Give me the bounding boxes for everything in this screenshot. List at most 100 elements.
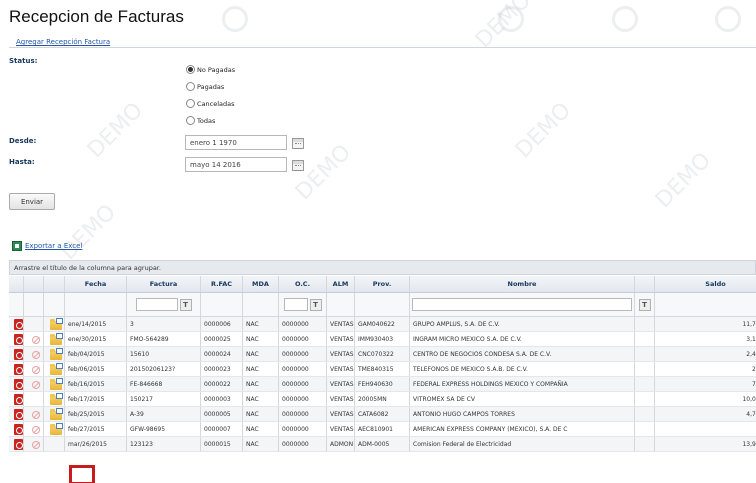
radio-button[interactable] — [186, 82, 195, 91]
cell-rfac: 0000023 — [201, 362, 243, 376]
folder-cell — [44, 407, 65, 421]
watermark-text: DEMO — [290, 139, 357, 206]
table-row[interactable]: feb/17/2015 150217 0000003 NAC 0000000 VENTAS… — [9, 392, 756, 407]
pdf-icon[interactable] — [14, 409, 23, 420]
cell-fecha: mar/26/2015 — [65, 437, 127, 451]
status-option-no-pagadas[interactable]: No Pagadas — [186, 65, 235, 74]
radio-button[interactable] — [186, 116, 195, 125]
pdf-icon[interactable] — [14, 379, 23, 390]
column-header-nombre[interactable]: Nombre — [410, 276, 635, 292]
pdf-icon[interactable] — [14, 319, 23, 330]
cell-prov: GAM040622 — [355, 317, 410, 331]
filter-icon[interactable]: T — [309, 298, 322, 311]
pdf-icon[interactable] — [14, 394, 23, 405]
export-excel-link[interactable]: Exportar a Excel — [25, 242, 82, 250]
excel-icon[interactable] — [12, 241, 22, 251]
cancel-icon[interactable] — [32, 351, 40, 359]
cell-nombre: ANTONIO HUGO CAMPOS TORRES — [410, 407, 635, 421]
cell-mda: NAC — [243, 347, 279, 361]
radio-label: No Pagadas — [197, 65, 236, 74]
cancel-icon[interactable] — [32, 411, 40, 419]
hasta-label: Hasta: — [9, 158, 35, 166]
column-header-fecha[interactable]: Fecha — [65, 276, 127, 292]
add-invoice-link[interactable]: Agregar Recepción Factura — [16, 38, 110, 46]
cell-mda: NAC — [243, 377, 279, 391]
column-header[interactable] — [24, 276, 44, 292]
radio-label: Canceladas — [197, 99, 235, 108]
folder-icon[interactable] — [50, 423, 63, 435]
cell-alm: VENTAS — [327, 422, 355, 436]
oc-filter-input[interactable] — [283, 298, 308, 311]
radio-button[interactable] — [186, 65, 195, 74]
table-row[interactable]: ene/14/2015 3 0000006 NAC 0000000 VENTAS GAM04… — [9, 317, 756, 332]
cell-spacer — [635, 362, 655, 376]
calendar-icon[interactable] — [292, 160, 304, 171]
status-option-canceladas[interactable]: Canceladas — [186, 99, 235, 108]
column-header-oc[interactable]: O.C. — [279, 276, 327, 292]
factura-filter-input[interactable] — [135, 298, 178, 311]
watermark-circle — [222, 6, 248, 32]
export-excel[interactable]: Exportar a Excel — [12, 241, 82, 251]
folder-icon[interactable] — [50, 393, 63, 405]
column-header-saldo[interactable]: Saldo — [655, 276, 756, 292]
table-row[interactable]: feb/16/2015 FE-846668 0000022 NAC 0000000 VEN… — [9, 377, 756, 392]
cancel-icon[interactable] — [32, 366, 40, 374]
folder-icon[interactable] — [50, 408, 63, 420]
page-title: Recepcion de Facturas — [9, 7, 184, 26]
cell-prov: IMM930403 — [355, 332, 410, 346]
status-option-pagadas[interactable]: Pagadas — [186, 82, 224, 91]
group-by-bar[interactable]: Arrastre el título de la columna para ag… — [9, 260, 756, 275]
cell-fecha: feb/16/2015 — [65, 377, 127, 391]
pdf-icon[interactable] — [14, 334, 23, 345]
filter-cell-oc: T — [279, 293, 327, 316]
cell-spacer — [635, 392, 655, 406]
pdf-icon[interactable] — [14, 424, 23, 435]
cancel-icon[interactable] — [32, 426, 40, 434]
nombre-filter-input[interactable] — [412, 298, 632, 311]
folder-icon[interactable] — [50, 378, 63, 390]
table-row[interactable]: feb/04/2015 15610 0000024 NAC 0000000 VENTAS C… — [9, 347, 756, 362]
column-header[interactable] — [44, 276, 65, 292]
pdf-icon[interactable] — [14, 439, 23, 450]
cell-prov: CATA6082 — [355, 407, 410, 421]
column-header[interactable] — [9, 276, 24, 292]
folder-icon[interactable] — [50, 348, 63, 360]
folder-icon[interactable] — [50, 333, 63, 345]
pdf-icon[interactable] — [14, 364, 23, 375]
filter-icon[interactable]: T — [179, 298, 192, 311]
cell-oc: 0000000 — [279, 317, 327, 331]
cancel-icon[interactable] — [32, 441, 40, 449]
cell-prov: CNC070322 — [355, 347, 410, 361]
filter-icon[interactable]: T — [638, 298, 651, 311]
cell-mda: NAC — [243, 422, 279, 436]
cell-prov: ADM-0005 — [355, 437, 410, 451]
calendar-icon[interactable] — [292, 138, 304, 149]
table-row[interactable]: feb/06/2015 20150206123? 0000023 NAC 0000000… — [9, 362, 756, 377]
column-header-factura[interactable]: Factura — [127, 276, 201, 292]
submit-button[interactable]: Enviar — [9, 193, 55, 210]
column-header-prov[interactable]: Prov. — [355, 276, 410, 292]
folder-cell — [44, 362, 65, 376]
status-label: Status: — [9, 57, 38, 65]
table-row[interactable]: feb/25/2015 A-39 0000005 NAC 0000000 VENTAS CA… — [9, 407, 756, 422]
cell-saldo: 98.01 — [655, 422, 756, 436]
cell-saldo: 10,092.00 — [742, 396, 756, 403]
cancel-icon[interactable] — [32, 336, 40, 344]
column-header-rfac[interactable]: R.FAC — [201, 276, 243, 292]
filter-cell — [44, 293, 65, 316]
table-row[interactable]: mar/26/2015 123123 0000015 NAC 0000000 ADMON A… — [9, 437, 756, 452]
cell-saldo: 2,401.06 — [746, 351, 756, 358]
desde-date-input[interactable]: enero 1 1970 — [185, 135, 287, 150]
column-header[interactable] — [635, 276, 655, 292]
table-row[interactable]: feb/27/2015 GFW-98695 0000007 NAC 0000000 VEN… — [9, 422, 756, 437]
pdf-icon[interactable] — [14, 349, 23, 360]
folder-icon[interactable] — [50, 363, 63, 375]
table-row[interactable]: ene/30/2015 FMO-564289 0000025 NAC 0000000 VE… — [9, 332, 756, 347]
cancel-icon[interactable] — [32, 381, 40, 389]
column-header-alm[interactable]: ALM — [327, 276, 355, 292]
column-header-mda[interactable]: MDA — [243, 276, 279, 292]
folder-icon[interactable] — [50, 318, 63, 330]
radio-button[interactable] — [186, 99, 195, 108]
status-option-todas[interactable]: Todas — [186, 116, 215, 125]
hasta-date-input[interactable]: mayo 14 2016 — [185, 157, 287, 172]
